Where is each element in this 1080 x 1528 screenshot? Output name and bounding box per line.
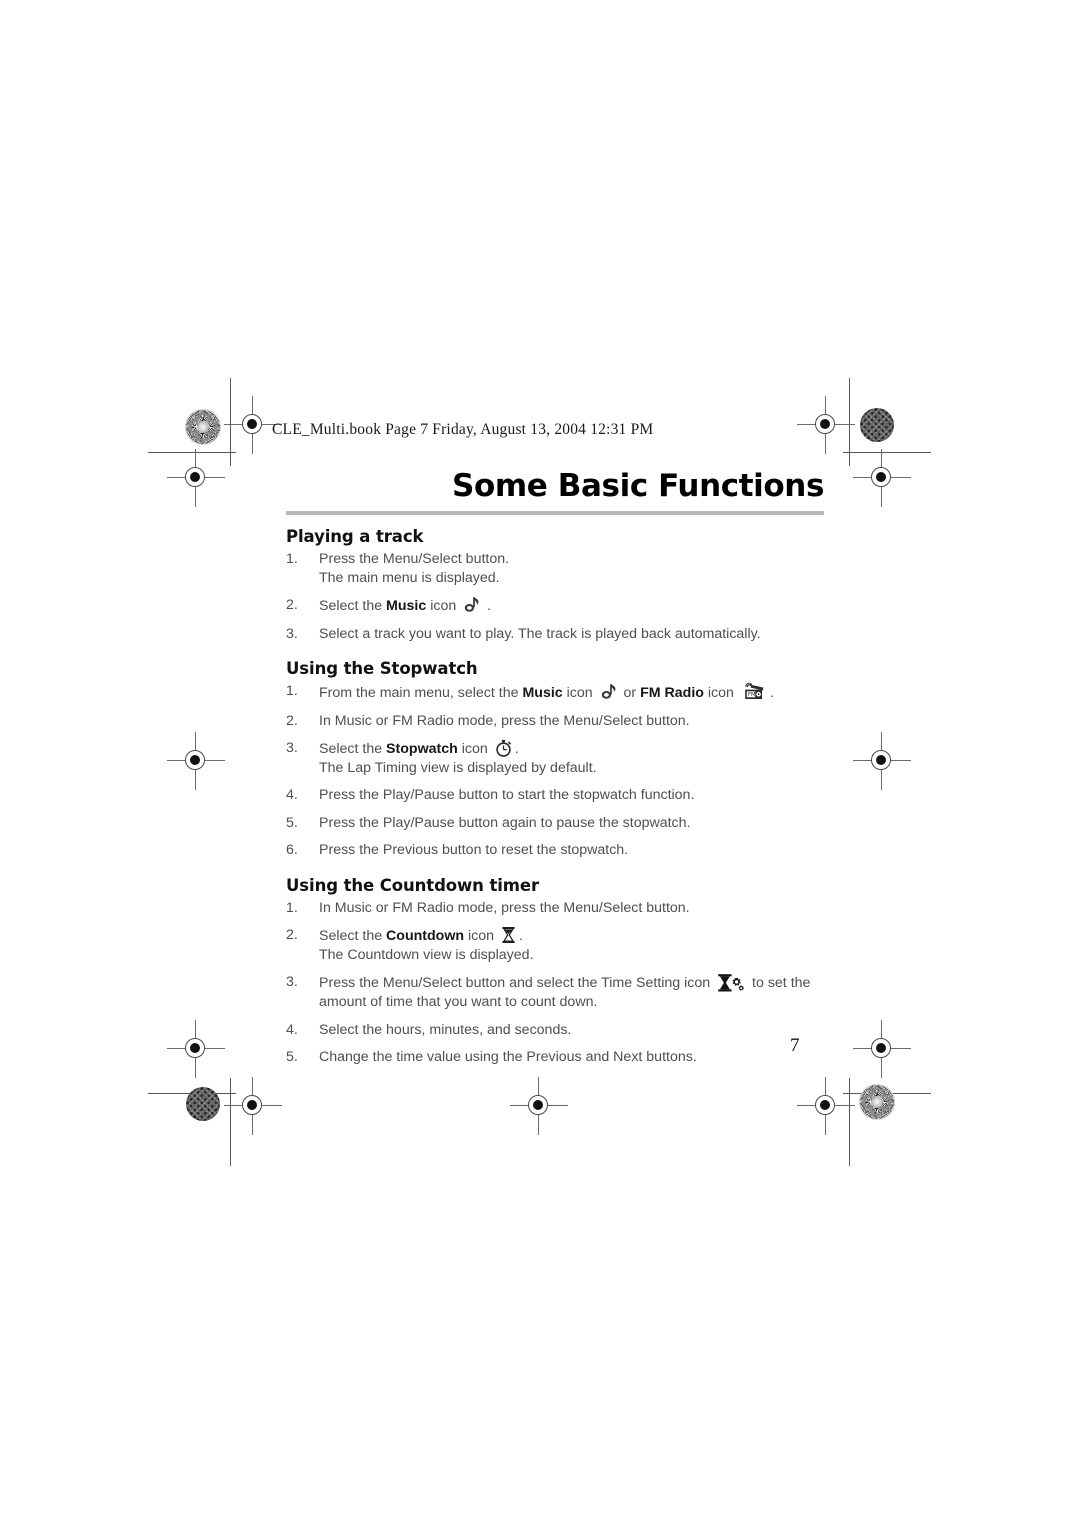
step-list-using-the-stopwatch: 1. From the main menu, select the Music …	[286, 682, 826, 860]
step-text: Select a track you want to play. The tra…	[319, 625, 761, 642]
svg-text:FM: FM	[748, 692, 755, 698]
step-text: Change the time value using the Previous…	[319, 1049, 697, 1065]
step-number: 6.	[286, 842, 298, 858]
step-number: 2.	[286, 597, 298, 613]
ui-term-music: Music	[522, 685, 563, 701]
step-number: 1.	[286, 551, 298, 567]
step-number: 3.	[286, 974, 298, 990]
registration-mark-outer-top-left	[167, 449, 225, 507]
step-text: Select the	[319, 598, 387, 614]
registration-mark-bottom-center	[510, 1077, 568, 1135]
section-heading-using-the-countdown-timer: Using the Countdown timer	[286, 875, 540, 895]
hourglass-gear-icon	[717, 973, 745, 993]
step-text-mid2: or	[619, 685, 641, 701]
file-slug-line: CLE_Multi.book Page 7 Friday, August 13,…	[272, 421, 654, 438]
step-text-mid: icon	[457, 741, 492, 757]
fm-radio-icon: FM	[741, 682, 767, 702]
registration-mark-bottom-right	[797, 1077, 855, 1135]
registration-mark-outer-bottom-left	[167, 1020, 225, 1078]
step-text: Press the Menu/Select button and select …	[319, 975, 715, 991]
step-text: Press the Play/Pause button again to pau…	[319, 814, 691, 831]
list-item: 1. In Music or FM Radio mode, press the …	[286, 899, 826, 918]
list-item: 5. Press the Play/Pause button again to …	[286, 814, 826, 833]
registration-mark-mid-right	[853, 732, 911, 790]
section-heading-using-the-stopwatch: Using the Stopwatch	[286, 659, 478, 678]
step-list-using-the-countdown-timer: 1. In Music or FM Radio mode, press the …	[286, 899, 826, 1067]
step-text-mid: icon	[426, 598, 461, 614]
step-number: 3.	[286, 740, 298, 756]
step-number: 3.	[286, 625, 298, 642]
step-text-post: .	[518, 928, 523, 944]
step-text-post: .	[769, 685, 774, 701]
registration-mark-bottom-left	[224, 1077, 282, 1135]
trim-rule-top-right	[843, 452, 931, 453]
step-number: 1.	[286, 683, 298, 699]
list-item: 4. Press the Play/Pause button to start …	[286, 786, 826, 805]
halftone-mark-bottom-left	[186, 1087, 220, 1121]
step-text-mid: icon	[562, 685, 597, 701]
ui-term-countdown: Countdown	[386, 928, 465, 944]
list-item: 3. Select a track you want to play. The …	[286, 625, 826, 644]
step-number: 2.	[286, 712, 298, 729]
step-text-post: .	[514, 741, 519, 757]
list-item: 1. Press the Menu/Select button. The mai…	[286, 550, 826, 587]
page-title: Some Basic Functions	[452, 468, 824, 504]
step-subtext: The main menu is displayed.	[319, 569, 500, 586]
document-page: CLE_Multi.book Page 7 Friday, August 13,…	[0, 0, 1080, 1528]
step-number: 1.	[286, 899, 298, 916]
step-text: Press the Play/Pause button to start the…	[319, 787, 695, 803]
step-text: From the main menu, select the	[319, 685, 523, 701]
ui-term-music: Music	[386, 598, 427, 614]
list-item: 3. Press the Menu/Select button and sele…	[286, 973, 826, 1012]
step-text: In Music or FM Radio mode, press the Men…	[319, 899, 690, 916]
list-item: 2. Select the Countdown icon . The Count…	[286, 926, 826, 964]
step-number: 4.	[286, 787, 298, 803]
step-text: In Music or FM Radio mode, press the Men…	[319, 712, 690, 729]
section-heading-playing-a-track: Playing a track	[286, 527, 424, 546]
step-subtext: The Countdown view is displayed.	[319, 946, 534, 963]
step-text: Press the Menu/Select button.	[319, 551, 510, 567]
list-item: 2. In Music or FM Radio mode, press the …	[286, 712, 826, 731]
step-text: Press the Previous button to reset the s…	[319, 842, 629, 858]
registration-mark-outer-bottom-right	[853, 1020, 911, 1078]
ui-term-stopwatch: Stopwatch	[386, 741, 458, 757]
title-divider	[286, 511, 824, 515]
list-item: 1. From the main menu, select the Music …	[286, 682, 826, 703]
trim-rule-left-bottom	[230, 1078, 231, 1166]
music-note-icon	[600, 683, 617, 701]
registration-mark-mid-left	[167, 732, 225, 790]
list-item: 4. Select the hours, minutes, and second…	[286, 1021, 826, 1040]
step-number: 2.	[286, 927, 298, 943]
step-list-playing-a-track: 1. Press the Menu/Select button. The mai…	[286, 550, 826, 643]
step-number: 5.	[286, 1049, 298, 1065]
list-item: 2. Select the Music icon .	[286, 596, 826, 616]
list-item: 3. Select the Stopwatch icon . The Lap T…	[286, 739, 826, 777]
ui-term-fm-radio: FM Radio	[640, 685, 704, 701]
trim-rule-right-bottom	[849, 1078, 850, 1166]
list-item: 5. Change the time value using the Previ…	[286, 1048, 826, 1067]
step-text: Select the hours, minutes, and seconds.	[319, 1021, 572, 1038]
step-number: 4.	[286, 1021, 298, 1038]
hourglass-icon	[501, 926, 516, 944]
music-note-icon	[463, 596, 480, 614]
step-text: Select the	[319, 741, 387, 757]
step-number: 5.	[286, 814, 298, 831]
trim-rule-top-left	[148, 452, 236, 453]
registration-mark-top-left	[224, 396, 282, 454]
step-subtext: The Lap Timing view is displayed by defa…	[319, 759, 597, 776]
registration-mark-outer-top-right	[853, 449, 911, 507]
list-item: 6. Press the Previous button to reset th…	[286, 841, 826, 860]
step-text-mid3: icon	[703, 685, 738, 701]
step-text-mid: icon	[464, 928, 498, 944]
page-number: 7	[790, 1035, 800, 1056]
step-text: Select the	[319, 928, 387, 944]
starburst-mark-top-left	[185, 409, 221, 445]
registration-mark-top-right	[797, 396, 855, 454]
step-text-post: .	[483, 598, 492, 614]
halftone-mark-top-right	[860, 408, 894, 442]
stopwatch-icon	[495, 739, 512, 757]
body-content: Playing a track 1. Press the Menu/Select…	[286, 527, 826, 1067]
starburst-mark-bottom-right	[859, 1084, 895, 1120]
